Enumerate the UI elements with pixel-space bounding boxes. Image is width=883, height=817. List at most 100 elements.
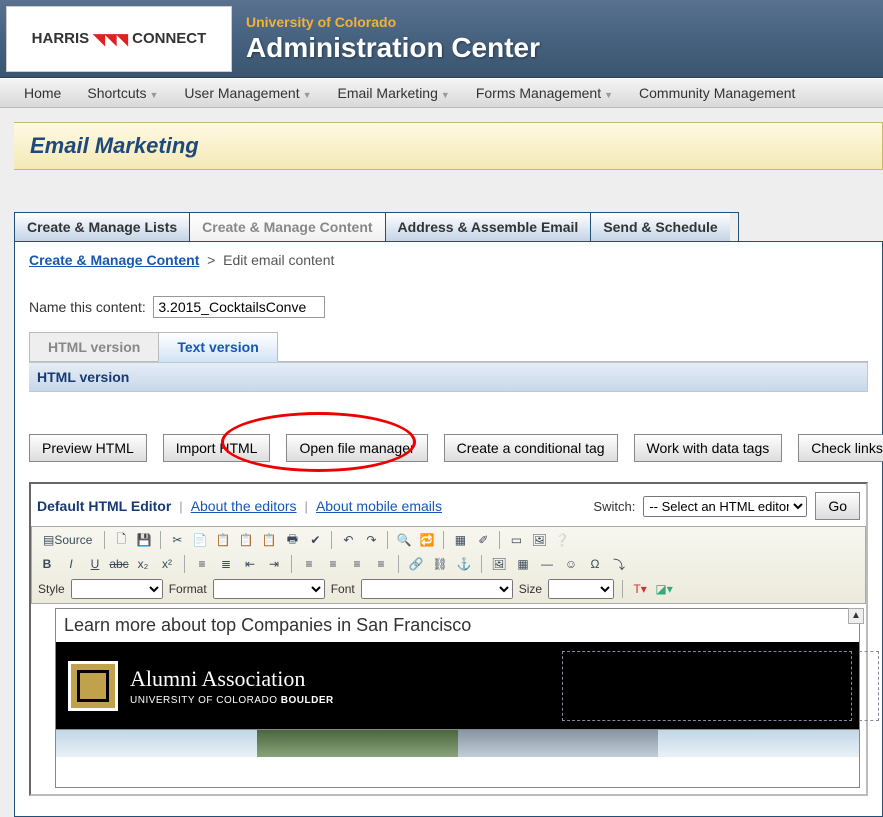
preview-html-button[interactable]: Preview HTML	[29, 434, 147, 462]
nav-email-marketing[interactable]: Email Marketing▼	[338, 85, 450, 101]
scroll-up-icon[interactable]: ▲	[848, 608, 864, 624]
editor-top-bar: Default HTML Editor | About the editors …	[31, 484, 866, 526]
tab-address-assemble-email[interactable]: Address & Assemble Email	[386, 213, 592, 241]
paste-icon[interactable]: 📋	[214, 531, 232, 549]
underline-icon[interactable]: U	[86, 555, 104, 573]
work-with-data-tags-button[interactable]: Work with data tags	[634, 434, 783, 462]
format-select[interactable]	[213, 579, 325, 599]
anchor-icon[interactable]: ⚓	[455, 555, 473, 573]
tab-html-version[interactable]: HTML version	[29, 332, 159, 361]
nav-home[interactable]: Home	[24, 85, 61, 101]
open-file-manager-button[interactable]: Open file manager	[286, 434, 427, 462]
create-conditional-tag-button[interactable]: Create a conditional tag	[444, 434, 618, 462]
cut-icon[interactable]: ✂	[168, 531, 186, 549]
header-titles: University of Colorado Administration Ce…	[246, 14, 540, 64]
select-all-icon[interactable]: ▦	[451, 531, 469, 549]
go-button[interactable]: Go	[815, 492, 860, 520]
chevron-down-icon: ▼	[150, 90, 159, 100]
paste-text-icon[interactable]: 📋	[237, 531, 255, 549]
subscript-icon[interactable]: x₂	[134, 555, 152, 573]
breadcrumb: Create & Manage Content > Edit email con…	[29, 252, 868, 268]
check-links-button[interactable]: Check links	[798, 434, 883, 462]
editor-content[interactable]: Learn more about top Companies in San Fr…	[55, 608, 860, 788]
logo-text-right: CONNECT	[132, 30, 206, 47]
spellcheck-icon[interactable]: ✔	[306, 531, 324, 549]
chevron-down-icon: ▼	[604, 90, 613, 100]
nav-community-management[interactable]: Community Management	[639, 85, 795, 101]
align-left-icon[interactable]: ≡	[300, 555, 318, 573]
format-label: Format	[169, 582, 207, 596]
unlink-icon[interactable]: ⛓	[431, 555, 449, 573]
logo-text-left: HARRIS	[32, 30, 90, 47]
content-panel: Create & Manage Content > Edit email con…	[14, 241, 883, 817]
about-mobile-link[interactable]: About mobile emails	[316, 498, 442, 514]
tab-text-version[interactable]: Text version	[158, 332, 277, 362]
copy-icon[interactable]: 📄	[191, 531, 209, 549]
save-icon[interactable]: 💾	[135, 531, 153, 549]
import-html-button[interactable]: Import HTML	[163, 434, 271, 462]
university-label: University of Colorado	[246, 14, 540, 30]
main-tabs: Create & Manage Lists Create & Manage Co…	[14, 212, 739, 241]
find-icon[interactable]: 🔍	[395, 531, 413, 549]
version-tabs: HTML version Text version	[29, 332, 868, 362]
main-nav: Home Shortcuts▼ User Management▼ Email M…	[0, 78, 883, 108]
table-icon[interactable]: ▦	[514, 555, 532, 573]
image-strip	[56, 729, 859, 757]
font-select[interactable]	[361, 579, 513, 599]
switch-label: Switch:	[593, 499, 635, 514]
insert-image-icon[interactable]: 🖼	[490, 555, 508, 573]
tab-send-schedule[interactable]: Send & Schedule	[591, 213, 729, 241]
name-content-input[interactable]	[153, 296, 325, 318]
bg-color-icon[interactable]: ◪▾	[655, 580, 673, 598]
about-editors-link[interactable]: About the editors	[191, 498, 297, 514]
align-center-icon[interactable]: ≡	[324, 555, 342, 573]
paste-word-icon[interactable]: 📋	[260, 531, 278, 549]
breadcrumb-current: Edit email content	[223, 252, 334, 268]
new-doc-icon[interactable]: 🗋	[112, 531, 130, 549]
remove-format-icon[interactable]: ✐	[474, 531, 492, 549]
align-right-icon[interactable]: ≡	[348, 555, 366, 573]
outdent-icon[interactable]: ⇤	[241, 555, 259, 573]
justify-icon[interactable]: ≡	[372, 555, 390, 573]
replace-icon[interactable]: 🔁	[418, 531, 436, 549]
size-select[interactable]	[548, 579, 614, 599]
text-color-icon[interactable]: T▾	[631, 580, 649, 598]
editor-label: Default HTML Editor	[37, 498, 171, 514]
switch-editor-select[interactable]: -- Select an HTML editor --	[643, 496, 807, 517]
source-button[interactable]: ▤ Source	[38, 531, 97, 549]
hr-icon[interactable]: ―	[538, 555, 556, 573]
cu-logo-icon	[68, 661, 118, 711]
breadcrumb-link[interactable]: Create & Manage Content	[29, 252, 199, 268]
smiley-icon[interactable]: ☺	[562, 555, 580, 573]
chevron-down-icon: ▼	[441, 90, 450, 100]
link-icon[interactable]: 🔗	[407, 555, 425, 573]
association-title: Alumni Association	[130, 666, 334, 692]
bold-icon[interactable]: B	[38, 555, 56, 573]
nav-user-management[interactable]: User Management▼	[184, 85, 311, 101]
nav-forms-management[interactable]: Forms Management▼	[476, 85, 613, 101]
pagebreak-icon[interactable]: ⤵	[610, 555, 628, 573]
logo-accent-icon: ◥◥◥	[89, 30, 132, 48]
nav-shortcuts[interactable]: Shortcuts▼	[87, 85, 158, 101]
style-select[interactable]	[71, 579, 163, 599]
editor-toolbar: ▤ Source 🗋 💾 ✂ 📄 📋 📋 📋 🖶 ✔ ↶ ↷ 🔍 🔁	[31, 526, 866, 604]
chevron-down-icon: ▼	[303, 90, 312, 100]
strike-icon[interactable]: abc	[110, 555, 128, 573]
superscript-icon[interactable]: x²	[158, 555, 176, 573]
print-icon[interactable]: 🖶	[283, 531, 301, 549]
undo-icon[interactable]: ↶	[339, 531, 357, 549]
admin-center-title: Administration Center	[246, 32, 540, 64]
unordered-list-icon[interactable]: ≣	[217, 555, 235, 573]
indent-icon[interactable]: ⇥	[265, 555, 283, 573]
ordered-list-icon[interactable]: ≡	[193, 555, 211, 573]
help-icon[interactable]: ❔	[553, 531, 571, 549]
form-icon[interactable]: ▭	[507, 531, 525, 549]
redo-icon[interactable]: ↷	[362, 531, 380, 549]
tab-create-manage-content[interactable]: Create & Manage Content	[190, 213, 385, 241]
placeholder-box	[562, 651, 852, 721]
page-title: Email Marketing	[14, 122, 883, 170]
tab-create-manage-lists[interactable]: Create & Manage Lists	[15, 213, 190, 241]
image-icon[interactable]: 🖼	[530, 531, 548, 549]
special-char-icon[interactable]: Ω	[586, 555, 604, 573]
italic-icon[interactable]: I	[62, 555, 80, 573]
